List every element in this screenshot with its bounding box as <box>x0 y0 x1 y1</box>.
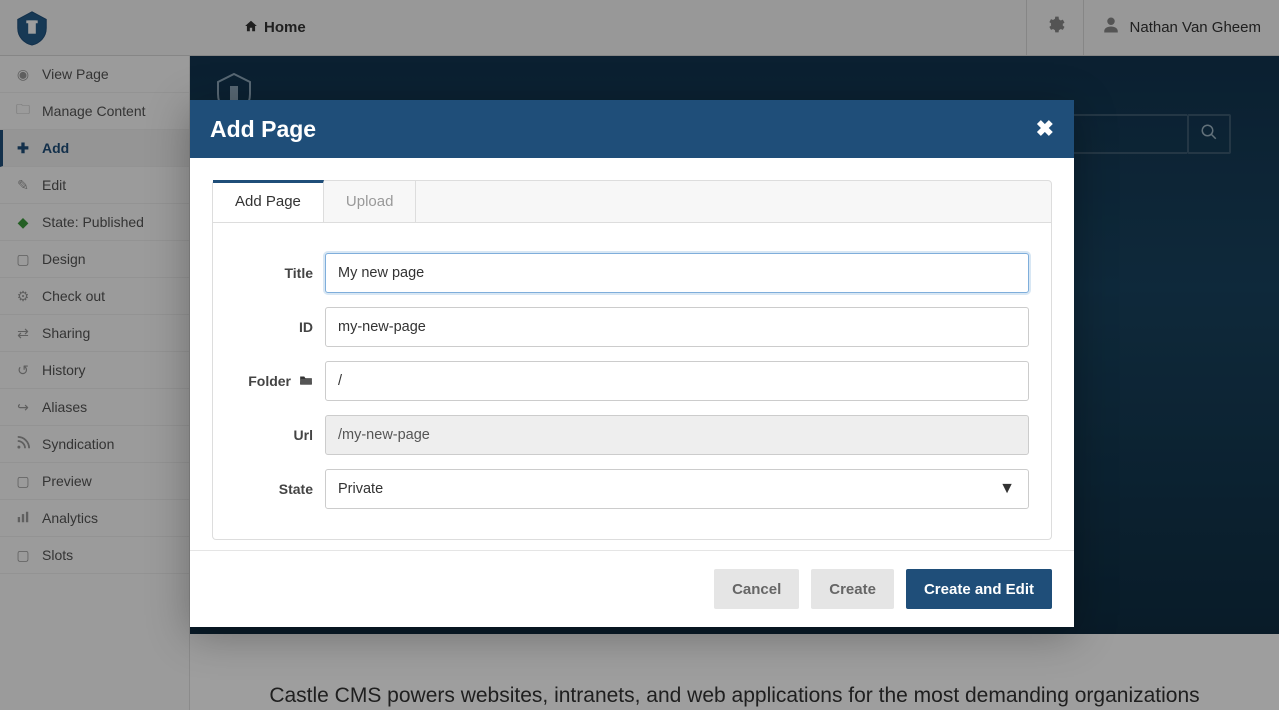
cancel-button[interactable]: Cancel <box>714 569 799 609</box>
create-button[interactable]: Create <box>811 569 894 609</box>
add-page-form: Title ID Folder <box>212 223 1052 540</box>
title-input[interactable] <box>325 253 1029 293</box>
modal-footer: Cancel Create Create and Edit <box>190 550 1074 627</box>
state-select[interactable]: Private <box>325 469 1029 509</box>
close-icon[interactable]: ✖ <box>1036 116 1054 142</box>
url-display: /my-new-page <box>325 415 1029 455</box>
tab-add-page[interactable]: Add Page <box>213 180 324 222</box>
tab-upload[interactable]: Upload <box>324 181 417 222</box>
id-label: ID <box>235 319 313 335</box>
state-label: State <box>235 481 313 497</box>
modal-title: Add Page <box>210 116 316 143</box>
create-and-edit-button[interactable]: Create and Edit <box>906 569 1052 609</box>
add-page-modal: Add Page ✖ Add Page Upload Title ID <box>190 100 1074 627</box>
folder-input[interactable] <box>325 361 1029 401</box>
modal-header: Add Page ✖ <box>190 100 1074 158</box>
id-input[interactable] <box>325 307 1029 347</box>
title-label: Title <box>235 265 313 281</box>
url-label: Url <box>235 427 313 443</box>
folder-label: Folder <box>248 373 291 389</box>
folder-open-icon <box>299 374 313 389</box>
modal-tabs: Add Page Upload <box>212 180 1052 223</box>
